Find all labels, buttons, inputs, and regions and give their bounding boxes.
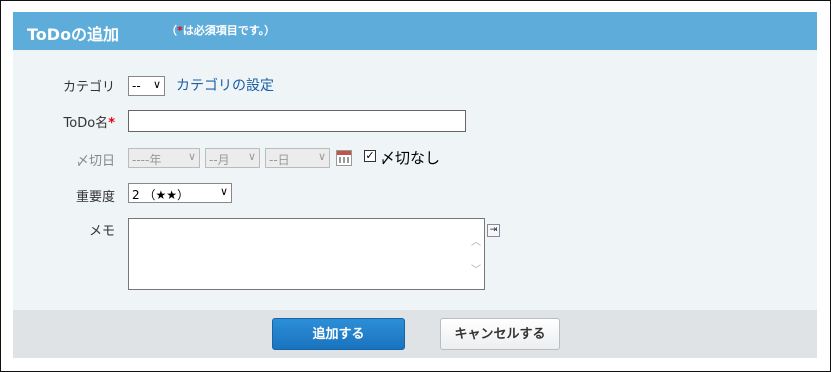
scroll-down-icon[interactable]: ﹀: [471, 261, 481, 276]
chevron-down-icon: ∨: [187, 150, 196, 163]
priority-select[interactable]: 2 （★★） ∨: [128, 183, 232, 203]
expand-icon[interactable]: ⇥: [487, 224, 500, 237]
category-label: カテゴリ: [62, 80, 115, 95]
required-note: （*は必須項目です。）: [166, 24, 276, 37]
todo-name-label: ToDo名*: [63, 116, 115, 131]
category-settings-link[interactable]: カテゴリの設定: [176, 75, 274, 95]
deadline-month-select[interactable]: --月 ∨: [205, 148, 260, 168]
priority-label: 重要度: [75, 190, 115, 205]
chevron-down-icon: ∨: [247, 150, 256, 163]
todo-name-input[interactable]: [128, 110, 466, 132]
chevron-down-icon: ∨: [219, 185, 228, 198]
dialog-header: ToDoの追加 （*は必須項目です。）: [13, 12, 817, 50]
cancel-button[interactable]: キャンセルする: [440, 318, 560, 350]
no-deadline-checkbox[interactable]: ✓: [364, 150, 376, 162]
category-select[interactable]: -- ∨: [128, 76, 165, 96]
deadline-day-select[interactable]: --日 ∨: [265, 148, 330, 168]
add-button[interactable]: 追加する: [272, 318, 405, 350]
dialog-title: ToDoの追加: [27, 25, 120, 44]
chevron-down-icon: ∨: [152, 78, 161, 91]
required-mark: *: [108, 116, 115, 131]
dialog-footer: [13, 310, 817, 358]
calendar-icon[interactable]: [336, 150, 352, 166]
chevron-down-icon: ∨: [317, 150, 326, 163]
memo-label: メモ: [88, 224, 115, 239]
scroll-up-icon[interactable]: ︿: [471, 233, 481, 248]
deadline-label: 〆切日: [75, 154, 115, 169]
no-deadline-label[interactable]: 〆切なし: [380, 147, 440, 168]
deadline-year-select[interactable]: ----年 ∨: [128, 148, 200, 168]
memo-textarea[interactable]: ︿ ﹀: [128, 218, 485, 290]
